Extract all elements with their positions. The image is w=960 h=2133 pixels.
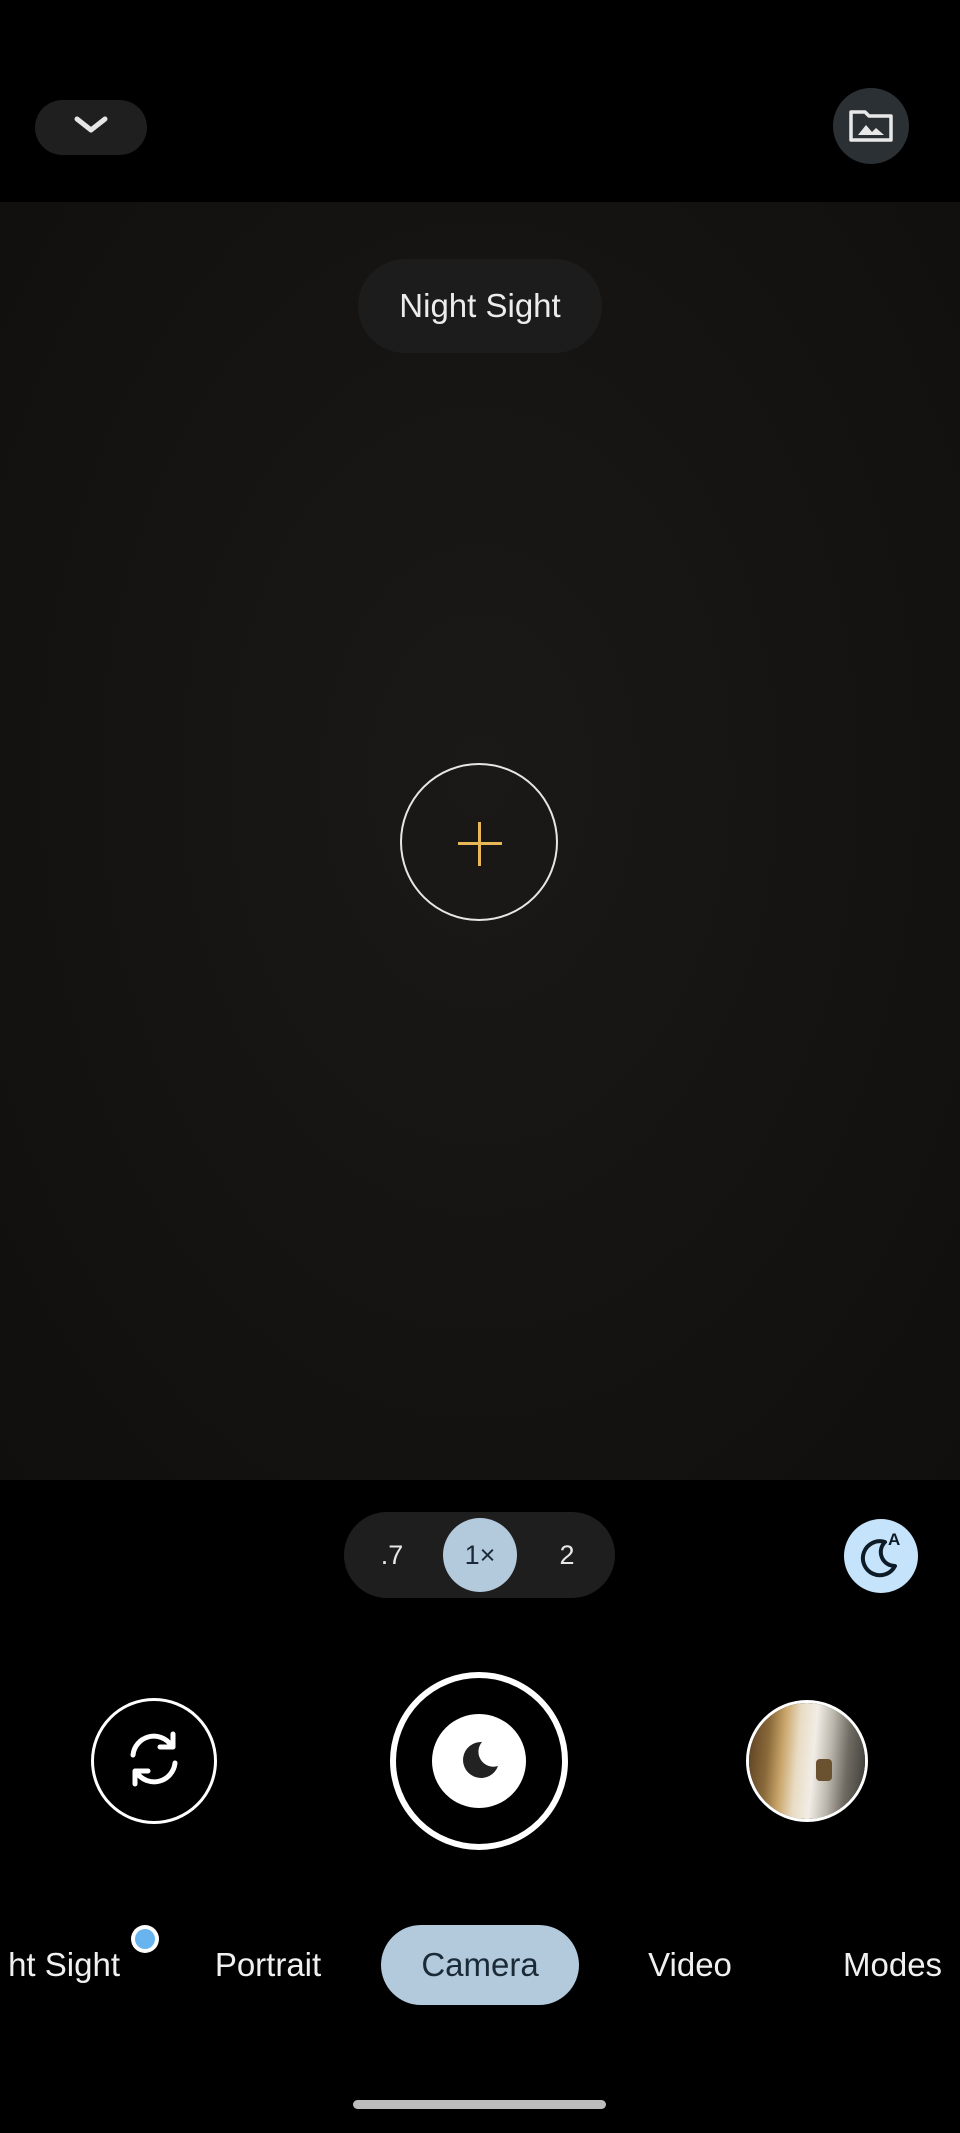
night-sight-auto-button[interactable]: A: [844, 1519, 918, 1593]
mode-tab-label: ht Sight: [8, 1946, 120, 1983]
zoom-option-label: 1×: [464, 1539, 496, 1570]
mode-tab-modes[interactable]: Modes: [830, 1925, 960, 2005]
svg-text:A: A: [888, 1530, 900, 1549]
mode-tab-night-sight[interactable]: ht Sight: [0, 1925, 120, 2005]
mode-tab-label: Modes: [843, 1946, 943, 1983]
thumbnail-image: [749, 1703, 865, 1819]
mode-tab-label: Camera: [421, 1946, 539, 1983]
collapse-button[interactable]: [35, 100, 147, 155]
moon-icon: [456, 1736, 502, 1787]
zoom-option-wide[interactable]: .7: [355, 1518, 429, 1592]
mode-tab-portrait[interactable]: Portrait: [200, 1925, 336, 2005]
moon-auto-icon: A: [855, 1528, 907, 1585]
zoom-option-label: .7: [380, 1539, 404, 1570]
last-photo-thumbnail[interactable]: [746, 1700, 868, 1822]
new-badge-dot-inner: [135, 1929, 155, 1949]
mode-indicator-label: Night Sight: [399, 287, 561, 324]
mode-tab-video[interactable]: Video: [632, 1925, 748, 2005]
home-indicator[interactable]: [353, 2100, 606, 2109]
mode-tab-label: Video: [648, 1946, 732, 1983]
focus-crosshair-icon-vertical: [478, 822, 481, 866]
switch-camera-button[interactable]: [91, 1698, 217, 1824]
photo-folder-icon: [848, 104, 894, 149]
mode-tab-label: Portrait: [214, 1946, 322, 1983]
shutter-button[interactable]: [390, 1672, 568, 1850]
new-badge-dot: [131, 1925, 159, 1953]
zoom-option-1x[interactable]: 1×: [443, 1518, 517, 1592]
zoom-option-2x[interactable]: 2: [530, 1518, 604, 1592]
mode-indicator-chip: Night Sight: [358, 259, 602, 353]
zoom-option-label: 2: [559, 1539, 575, 1570]
shutter-inner: [432, 1714, 526, 1808]
switch-camera-icon: [123, 1728, 185, 1795]
zoom-selector: .7 1× 2: [344, 1512, 615, 1598]
chevron-down-icon: [74, 115, 108, 140]
mode-tab-camera[interactable]: Camera: [381, 1925, 579, 2005]
gallery-button[interactable]: [833, 88, 909, 164]
